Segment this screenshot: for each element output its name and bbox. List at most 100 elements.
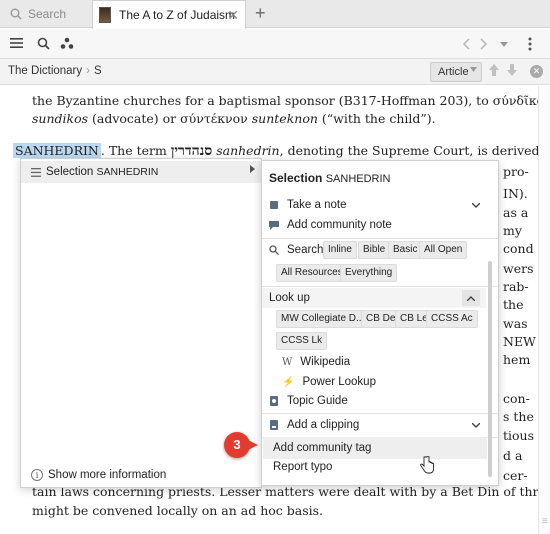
topic-guide-icon [270,396,278,406]
breadcrumb-bar: The Dictionary › S Article ✕ [0,59,550,85]
divider [262,413,498,414]
hebrew-term: סנהדרין [170,143,213,159]
chevron-down-icon [470,67,477,72]
step-callout-badge: 3 [224,432,250,458]
history-dropdown-icon[interactable] [500,42,508,47]
chevron-down-icon[interactable] [472,203,480,208]
toolbar [0,29,550,59]
report-typo-item[interactable]: Report typo [273,461,332,473]
article-fragment: con- [503,391,530,406]
add-community-note-item[interactable]: Add community note [269,219,392,231]
search-icon [269,245,279,255]
add-community-tag-item[interactable]: Add community tag [273,442,371,454]
close-tab-icon[interactable]: ✕ [227,7,239,24]
tab-search[interactable]: Search [0,0,92,28]
article-fragment: was [503,316,528,331]
chevron-up-icon[interactable] [462,290,480,306]
search-icon [10,8,22,20]
search-chip-basic[interactable]: Basic [388,241,423,259]
italic-term: sundikos [32,111,89,126]
article-line: the Byzantine churches for a baptismal s… [32,93,538,108]
selected-headword[interactable]: SANHEDRIN [13,143,101,158]
selection-word: SANHEDRIN [96,166,159,178]
breadcrumb: The Dictionary › S [8,65,102,77]
submenu-scrollbar[interactable] [488,261,492,477]
topic-guide-label: Topic Guide [287,395,348,407]
article-fragment: s the [503,409,534,424]
lightning-icon: ⚡ [282,376,295,388]
search-chip-all-resources[interactable]: All Resources [276,264,348,282]
wikipedia-label: Wikipedia [300,356,351,368]
forward-arrow-icon[interactable] [480,38,488,50]
back-arrow-icon[interactable] [462,38,470,50]
chevron-right-icon [250,165,255,173]
hamburger-menu-icon[interactable] [10,37,23,49]
more-options-icon[interactable] [528,37,532,51]
breadcrumb-separator: › [86,65,90,77]
article-line: sundikos (advocate) or σύντέκνον suntekn… [32,111,436,126]
italic-term: sanhedrin [216,143,280,158]
show-more-information[interactable]: i Show more information [31,469,166,481]
lookup-chip-mw-collegiate[interactable]: MW Collegiate D... [276,310,370,328]
search-chip-all-open[interactable]: All Open [419,241,468,259]
text-run: (“with the child”). [317,111,436,126]
wikipedia-item[interactable]: W Wikipedia [282,356,350,368]
article-fragment: cond [503,241,534,256]
article-fragment: my [503,223,522,238]
add-clipping-label: Add a clipping [287,419,360,431]
info-icon: i [31,469,43,481]
previous-article-icon[interactable] [489,64,499,76]
article-fragment: tious [503,428,535,443]
note-icon [270,201,278,209]
breadcrumb-item[interactable]: The Dictionary [8,65,82,77]
search-label: Search: [287,244,327,256]
breadcrumb-item[interactable]: S [94,65,102,77]
search-chip-bible[interactable]: Bible [358,241,391,259]
article-fragment: cer- [503,468,528,483]
scroll-grip-icon[interactable]: ≡ [542,516,548,527]
book-cover-icon [99,7,111,23]
search-chip-everything[interactable]: Everything [340,264,398,282]
submenu-title-word: SANHEDRIN [325,173,391,185]
article-fragment: pro- [503,164,529,179]
article-scrollbar[interactable]: ≡ [538,86,550,534]
take-note-label: Take a note [287,199,347,211]
article-fragment: NEW [503,334,536,349]
add-tab-button[interactable]: + [255,3,266,24]
lookup-chip-ccss-ac[interactable]: CCSS Ac [426,310,478,328]
article-fragment: wers [503,261,534,276]
lookup-chip-ccss-lk[interactable]: CCSS Lk [276,332,328,350]
add-clipping-item[interactable]: Add a clipping [269,419,359,431]
next-article-icon[interactable] [507,64,517,76]
article-fragment: IN). [503,186,528,201]
article-fragment: the [503,297,524,312]
tab-title: The A to Z of Judaism [119,8,236,22]
report-typo-label: Report typo [273,461,333,473]
divider [262,286,498,287]
text-run: , denoting the Supreme Court, is derived… [279,143,538,158]
tab-search-label: Search [28,7,67,21]
selection-submenu: Selection SANHEDRIN Take a note Add comm… [261,160,499,486]
wikipedia-icon: W [282,356,293,368]
add-community-tag-label: Add community tag [273,442,372,454]
show-more-label: Show more information [48,469,167,481]
article-fragment: hem [503,352,531,367]
power-lookup-item[interactable]: ⚡ Power Lookup [282,376,376,388]
close-panel-icon[interactable]: ✕ [530,65,543,78]
selection-menu-item[interactable]: Selection SANHEDRIN [21,161,261,183]
text-run: (advocate) or σύντέκνον [88,111,252,126]
take-note-item[interactable]: Take a note [269,199,346,211]
text-run: . The term [100,143,171,158]
lines-icon [31,167,41,177]
search-chip-inline[interactable]: Inline [323,241,357,259]
submenu-title-prefix: Selection [269,171,323,185]
chevron-down-icon[interactable] [472,423,480,428]
look-up-header[interactable]: Look up [262,288,486,308]
search-icon[interactable] [37,37,50,50]
article-view-dropdown[interactable]: Article [430,62,482,82]
topic-guide-item[interactable]: Topic Guide [269,395,348,407]
tab-active-book[interactable]: The A to Z of Judaism ✕ [92,0,246,29]
panels-icon[interactable] [60,37,74,50]
divider [262,238,498,239]
callout-pointer [248,440,258,450]
